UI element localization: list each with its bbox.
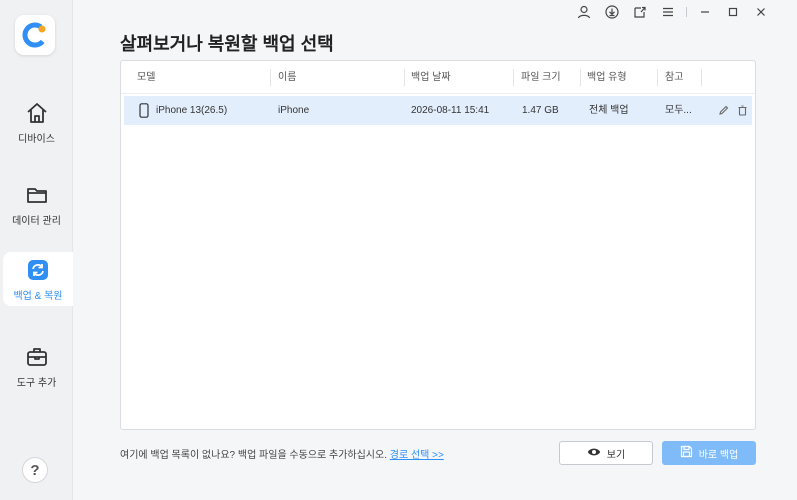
table-row[interactable]: iPhone 13(26.5) iPhone 2026-08-11 15:41 …	[124, 96, 752, 125]
backup-now-button-label: 바로 백업	[698, 449, 739, 461]
sidebar-item-data-management[interactable]: 데이터 관리	[0, 176, 73, 232]
sync-icon	[25, 257, 51, 283]
sidebar-item-label: 데이터 관리	[12, 215, 61, 227]
view-button[interactable]: 보기	[559, 441, 653, 465]
maximize-icon[interactable]	[719, 4, 747, 20]
column-divider	[657, 69, 658, 86]
column-header-date[interactable]: 백업 날짜	[411, 61, 451, 94]
edit-icon[interactable]	[716, 96, 730, 125]
cell-type: 전체 백업	[589, 105, 629, 116]
column-header-type[interactable]: 백업 유형	[587, 61, 627, 94]
help-button[interactable]: ?	[22, 457, 48, 483]
delete-icon[interactable]	[735, 96, 749, 125]
feedback-icon[interactable]	[626, 4, 654, 20]
menu-icon[interactable]	[654, 4, 682, 20]
choose-path-link[interactable]: 경로 선택 >>	[390, 450, 444, 461]
sidebar-item-label: 디바이스	[18, 133, 55, 145]
minimize-icon[interactable]	[691, 4, 719, 20]
sidebar-item-label: 도구 추가	[16, 377, 57, 389]
hint-text: 여기에 백업 목록이 없나요? 백업 파일을 수동으로 추가하십시오.	[120, 450, 390, 461]
sidebar-item-backup-restore[interactable]: 백업 & 복원	[3, 252, 73, 306]
column-header-name[interactable]: 이름	[278, 61, 296, 94]
cell-size: 1.47 GB	[522, 105, 559, 116]
column-divider	[701, 69, 702, 86]
page-title: 살펴보거나 복원할 백업 선택	[120, 34, 334, 54]
column-header-model[interactable]: 모델	[137, 61, 155, 94]
column-header-note[interactable]: 참고	[665, 61, 683, 94]
cell-name: iPhone	[278, 105, 310, 116]
sidebar-item-devices[interactable]: 디바이스	[0, 94, 73, 150]
cell-date: 2026-08-11 15:41	[411, 105, 490, 116]
toolbox-icon	[24, 344, 50, 370]
cell-model: iPhone 13(26.5)	[156, 105, 228, 116]
sidebar-item-label: 백업 & 복원	[13, 290, 63, 302]
eye-icon	[587, 447, 601, 460]
view-button-label: 보기	[606, 449, 626, 461]
title-bar-divider	[686, 7, 687, 17]
window-controls	[570, 4, 775, 20]
close-icon[interactable]	[747, 4, 775, 20]
sidebar: 디바이스 데이터 관리 백업 & 복원 도구 추가 ?	[0, 0, 73, 500]
column-divider	[270, 69, 271, 86]
add-backup-hint: 여기에 백업 목록이 없나요? 백업 파일을 수동으로 추가하십시오. 경로 선…	[120, 446, 444, 461]
column-divider	[513, 69, 514, 86]
table-header: 모델 이름 백업 날짜 파일 크기 백업 유형 참고	[121, 61, 755, 94]
folder-icon	[24, 182, 50, 208]
save-icon	[680, 445, 693, 461]
backup-list-panel: 모델 이름 백업 날짜 파일 크기 백업 유형 참고 iPhone 13(26.…	[120, 60, 756, 430]
account-icon[interactable]	[570, 4, 598, 20]
phone-icon	[137, 96, 151, 125]
column-header-size[interactable]: 파일 크기	[521, 61, 561, 94]
home-icon	[24, 100, 50, 126]
download-icon[interactable]	[598, 4, 626, 20]
column-divider	[404, 69, 405, 86]
column-divider	[580, 69, 581, 86]
sidebar-item-add-tools[interactable]: 도구 추가	[0, 338, 73, 394]
cell-note: 모두...	[665, 105, 692, 116]
backup-now-button[interactable]: 바로 백업	[662, 441, 756, 465]
app-logo	[15, 15, 55, 55]
